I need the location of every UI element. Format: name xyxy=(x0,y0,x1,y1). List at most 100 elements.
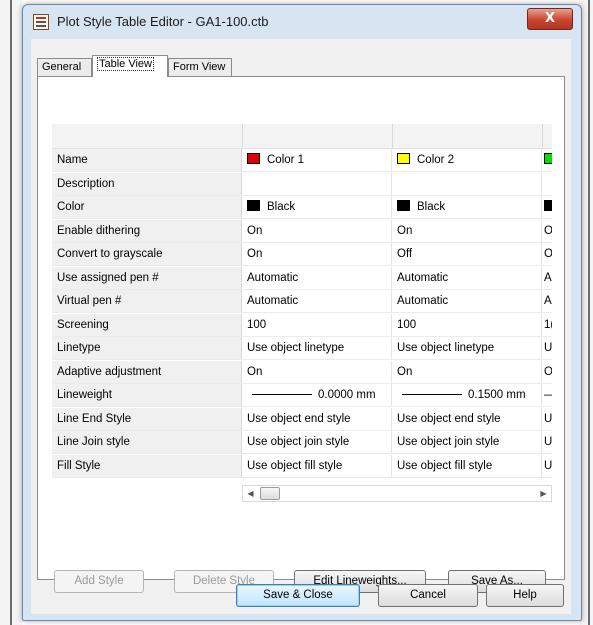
table-row[interactable]: Color Black Black xyxy=(52,196,552,219)
table-row[interactable]: Lineweight 0.0000 mm 0.1500 mm — xyxy=(52,384,552,407)
tab-form-view[interactable]: Form View xyxy=(168,58,232,76)
style-color-2-cell[interactable]: On xyxy=(392,360,542,383)
style-color-1-cell[interactable]: 0.0000 mm xyxy=(242,384,392,406)
add-style-button[interactable]: Add Style xyxy=(54,570,144,593)
style-color-1-cell[interactable]: Automatic xyxy=(242,290,392,312)
plot-style-app-icon xyxy=(33,14,49,30)
tab-form-view-label: Form View xyxy=(173,61,226,73)
style-color-2-cell[interactable]: 100 xyxy=(392,313,542,336)
tab-general[interactable]: General xyxy=(37,58,92,76)
property-name-label: Fill Style xyxy=(57,459,101,472)
table-row[interactable]: Name Color 1 Color 2 xyxy=(52,149,552,172)
style-color-1-cell[interactable]: Color 1 xyxy=(242,149,392,171)
cell-value: Use object join style xyxy=(247,436,350,448)
style-color-1-cell[interactable]: On xyxy=(242,360,392,383)
style-color-1-cell[interactable]: On xyxy=(242,243,392,265)
scrollbar-thumb[interactable] xyxy=(260,487,280,500)
cancel-button[interactable]: Cancel xyxy=(378,584,478,607)
style-color-2-cell[interactable] xyxy=(392,172,542,195)
table-row[interactable]: Line End Style Use object end style Use ob… xyxy=(52,407,552,431)
style-color-1-cell[interactable]: 100 xyxy=(242,313,392,336)
style-color-2-cell[interactable]: Off xyxy=(392,243,542,265)
property-name-label: Line End Style xyxy=(57,412,132,425)
table-row[interactable]: Fill Style Use object fill style Use objec… xyxy=(52,454,552,478)
style-color-1-cell[interactable]: Use object linetype xyxy=(242,337,392,359)
scroll-right-arrow-icon[interactable]: ▶ xyxy=(536,486,551,501)
style-color-3-cell[interactable]: — xyxy=(542,384,552,406)
style-color-3-cell[interactable]: A xyxy=(542,267,552,289)
style-color-2-cell[interactable]: Automatic xyxy=(392,266,542,289)
style-color-2-cell[interactable]: Use object fill style xyxy=(392,454,542,477)
style-color-2-cell[interactable]: Use object join style xyxy=(392,431,542,453)
property-name-label: Screening xyxy=(57,318,109,331)
style-color-1-cell[interactable]: On xyxy=(242,219,392,242)
table-row[interactable]: Line Join style Use object join style Use … xyxy=(52,431,552,454)
cell-value: 100 xyxy=(397,318,417,331)
cell-value: Black xyxy=(417,201,446,213)
style-color-2-cell[interactable]: Black xyxy=(392,196,542,218)
cell-value: Automatic xyxy=(247,271,299,284)
property-name-cell: Line Join style xyxy=(52,431,242,453)
style-color-3-cell[interactable]: U xyxy=(542,337,552,359)
style-color-3-cell[interactable] xyxy=(542,149,552,171)
style-color-3-cell[interactable] xyxy=(542,196,552,218)
table-row[interactable]: Screening 100 100 1( xyxy=(52,313,552,337)
black-swatch-icon xyxy=(397,200,410,211)
property-name-cell: Color xyxy=(52,196,242,218)
black-swatch-icon xyxy=(247,200,260,211)
horizontal-scrollbar[interactable]: ◀ ▶ xyxy=(242,485,552,502)
cell-value: Use object fill style xyxy=(397,459,493,472)
cell-value: Use object linetype xyxy=(247,342,345,354)
tab-table-view[interactable]: Table View xyxy=(92,55,168,77)
table-row[interactable]: Enable dithering On On O xyxy=(52,219,552,243)
dialog-client-area: General Table View Form View Name Color 1… xyxy=(31,39,571,614)
style-color-3-cell[interactable]: 1( xyxy=(542,314,552,336)
save-and-close-button[interactable]: Save & Close xyxy=(236,584,360,607)
property-name-cell: Lineweight xyxy=(52,384,242,406)
table-row[interactable]: Use assigned pen # Automatic Automatic A xyxy=(52,266,552,290)
style-color-3-cell[interactable]: U xyxy=(542,455,552,477)
cell-value: O xyxy=(544,365,552,378)
style-color-1-cell[interactable]: Use object end style xyxy=(242,407,392,430)
style-color-2-cell[interactable]: Automatic xyxy=(392,290,542,312)
style-color-1-cell[interactable]: Black xyxy=(242,196,392,218)
style-color-3-cell[interactable]: O xyxy=(542,220,552,242)
style-color-1-cell[interactable] xyxy=(242,172,392,195)
cell-value: Use object fill style xyxy=(247,459,343,472)
style-color-2-cell[interactable]: 0.1500 mm xyxy=(392,384,542,406)
style-color-3-cell[interactable]: A xyxy=(542,290,552,312)
property-name-cell: Convert to grayscale xyxy=(52,243,242,265)
property-name-label: Enable dithering xyxy=(57,224,141,237)
table-row[interactable]: Virtual pen # Automatic Automatic A xyxy=(52,290,552,313)
help-button[interactable]: Help xyxy=(486,584,564,607)
table-row[interactable]: Description xyxy=(52,172,552,196)
cell-value: Use object join style xyxy=(397,436,500,448)
cell-value: O xyxy=(544,248,552,260)
table-row[interactable]: Adaptive adjustment On On O xyxy=(52,360,552,384)
cell-value: — xyxy=(544,389,552,401)
cell-value: O xyxy=(544,224,552,237)
style-color-1-cell[interactable]: Use object fill style xyxy=(242,454,392,477)
style-color-1-cell[interactable]: Use object join style xyxy=(242,431,392,453)
style-color-3-cell[interactable]: U xyxy=(542,408,552,430)
style-color-2-cell[interactable]: Use object end style xyxy=(392,407,542,430)
style-color-2-cell[interactable]: Use object linetype xyxy=(392,337,542,359)
style-color-3-cell[interactable] xyxy=(542,173,552,195)
style-color-3-cell[interactable]: O xyxy=(542,243,552,265)
style-color-1-cell[interactable]: Automatic xyxy=(242,266,392,289)
property-name-label: Color xyxy=(57,201,85,213)
scroll-left-arrow-icon[interactable]: ◀ xyxy=(243,486,258,501)
style-color-2-cell[interactable]: On xyxy=(392,219,542,242)
table-row[interactable]: Convert to grayscale On Off O xyxy=(52,243,552,266)
table-view-panel: Name Color 1 Color 2 Description Color Black B… xyxy=(37,76,565,593)
cell-value: 0.1500 mm xyxy=(468,389,526,401)
style-color-3-cell[interactable]: O xyxy=(542,361,552,383)
cell-value: 0.0000 mm xyxy=(318,389,376,401)
style-color-2-cell[interactable]: Color 2 xyxy=(392,149,542,171)
plot-style-grid[interactable]: Name Color 1 Color 2 Description Color Black B… xyxy=(52,124,552,502)
close-button[interactable]: X xyxy=(527,8,573,30)
title-bar[interactable]: Plot Style Table Editor - GA1-100.ctb X xyxy=(23,5,581,39)
style-color-3-cell[interactable]: U xyxy=(542,431,552,453)
tab-general-label: General xyxy=(42,61,82,73)
table-row[interactable]: Linetype Use object linetype Use object li… xyxy=(52,337,552,360)
